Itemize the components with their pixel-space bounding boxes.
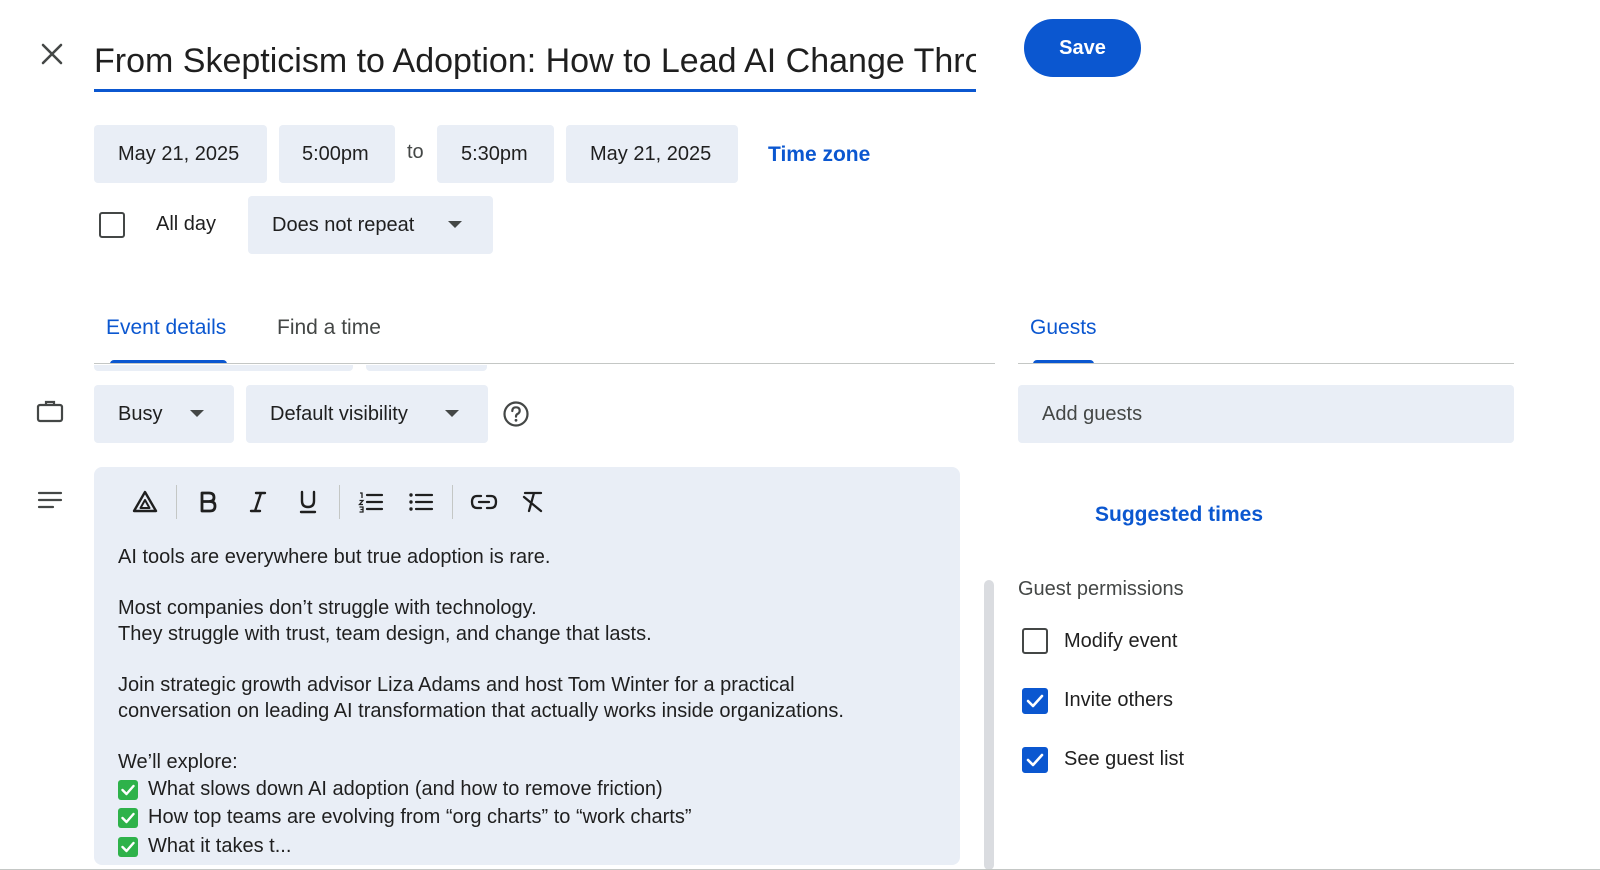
check-mark-icon — [118, 836, 138, 857]
see-guest-list-checkbox[interactable] — [1022, 747, 1048, 773]
close-button[interactable] — [34, 36, 70, 72]
tabs-divider — [94, 363, 995, 364]
description-line — [118, 724, 948, 750]
add-guests-input[interactable] — [1018, 385, 1514, 443]
checklist-item-text: What slows down AI adoption (and how to … — [148, 777, 663, 800]
end-time-field[interactable]: 5:30pm — [437, 125, 554, 183]
bold-icon — [200, 491, 217, 513]
all-day-label: All day — [156, 213, 217, 235]
availability-selected: Busy — [118, 402, 163, 425]
description-line: Join strategic growth advisor Liza Adams… — [118, 673, 795, 696]
description-icon — [37, 490, 63, 515]
chevron-down-icon — [190, 410, 204, 417]
time-zone-link[interactable]: Time zone — [768, 143, 870, 167]
description-line: Most companies don’t struggle with techn… — [118, 597, 537, 620]
scrollbar[interactable] — [984, 580, 994, 870]
save-button[interactable]: Save — [1024, 19, 1141, 77]
visibility-selected: Default visibility — [270, 402, 408, 425]
guest-permissions-heading: Guest permissions — [1018, 578, 1184, 600]
tab-find-a-time[interactable]: Find a time — [277, 316, 381, 340]
to-label: to — [407, 141, 424, 163]
italic-icon — [249, 491, 267, 513]
tab-event-details[interactable]: Event details — [106, 316, 226, 340]
checklist-item-text: How top teams are evolving from “org cha… — [148, 806, 692, 829]
invite-others-label: Invite others — [1064, 689, 1173, 711]
bold-button[interactable] — [183, 480, 233, 524]
checklist-item-text: What it takes t... — [148, 834, 292, 857]
link-icon — [470, 494, 498, 510]
toolbar-separator — [452, 485, 453, 519]
check-mark-icon — [118, 779, 138, 800]
bulleted-list-button[interactable] — [396, 480, 446, 524]
check-icon — [1026, 753, 1044, 767]
description-line — [118, 647, 948, 673]
scrolled-field-edge — [94, 365, 353, 371]
bulleted-list-icon — [409, 493, 434, 511]
insert-link-button[interactable] — [459, 480, 509, 524]
help-icon[interactable] — [502, 400, 530, 433]
drive-attachment-button[interactable] — [120, 480, 170, 524]
availability-dropdown[interactable]: Busy — [94, 385, 234, 443]
numbered-list-button[interactable] — [346, 480, 396, 524]
check-mark-icon — [118, 808, 138, 829]
guests-divider — [1018, 363, 1514, 364]
underline-button[interactable] — [283, 480, 333, 524]
repeat-dropdown[interactable]: Does not repeat — [248, 196, 493, 254]
description-line — [118, 571, 948, 597]
checklist-item: What it takes t... — [118, 832, 948, 861]
checklist-item: What slows down AI adoption (and how to … — [118, 775, 948, 804]
remove-formatting-button[interactable] — [509, 480, 559, 524]
start-time-field[interactable]: 5:00pm — [279, 125, 395, 183]
repeat-selected: Does not repeat — [272, 213, 415, 236]
scrolled-field-edge — [366, 365, 487, 371]
description-line: They struggle with trust, team design, a… — [118, 622, 652, 645]
briefcase-icon — [36, 399, 64, 428]
description-line: AI tools are everywhere but true adoptio… — [118, 546, 551, 568]
chevron-down-icon — [445, 410, 459, 417]
formatting-toolbar — [120, 480, 559, 524]
chevron-down-icon — [448, 221, 462, 228]
modify-event-label: Modify event — [1064, 630, 1178, 652]
clear-formatting-icon — [522, 491, 543, 513]
description-line: conversation on leading AI transformatio… — [118, 699, 844, 722]
all-day-checkbox[interactable] — [99, 212, 125, 238]
event-title-input[interactable] — [94, 30, 976, 92]
modify-event-checkbox[interactable] — [1022, 628, 1048, 654]
toolbar-separator — [176, 485, 177, 519]
check-icon — [1026, 694, 1044, 708]
visibility-dropdown[interactable]: Default visibility — [246, 385, 488, 443]
close-icon — [41, 43, 63, 65]
tab-guests[interactable]: Guests — [1030, 316, 1097, 340]
suggested-times-link[interactable]: Suggested times — [1095, 503, 1263, 527]
drive-icon — [132, 490, 158, 513]
toolbar-separator — [339, 485, 340, 519]
description-text[interactable]: AI tools are everywhere but true adoptio… — [118, 545, 948, 861]
checklist-item: How top teams are evolving from “org cha… — [118, 804, 948, 833]
underline-icon — [299, 490, 317, 514]
invite-others-checkbox[interactable] — [1022, 688, 1048, 714]
numbered-list-icon — [358, 492, 384, 513]
description-line: We’ll explore: — [118, 750, 238, 773]
end-date-field[interactable]: May 21, 2025 — [566, 125, 738, 183]
see-guest-list-label: See guest list — [1064, 748, 1185, 770]
italic-button[interactable] — [233, 480, 283, 524]
start-date-field[interactable]: May 21, 2025 — [94, 125, 267, 183]
